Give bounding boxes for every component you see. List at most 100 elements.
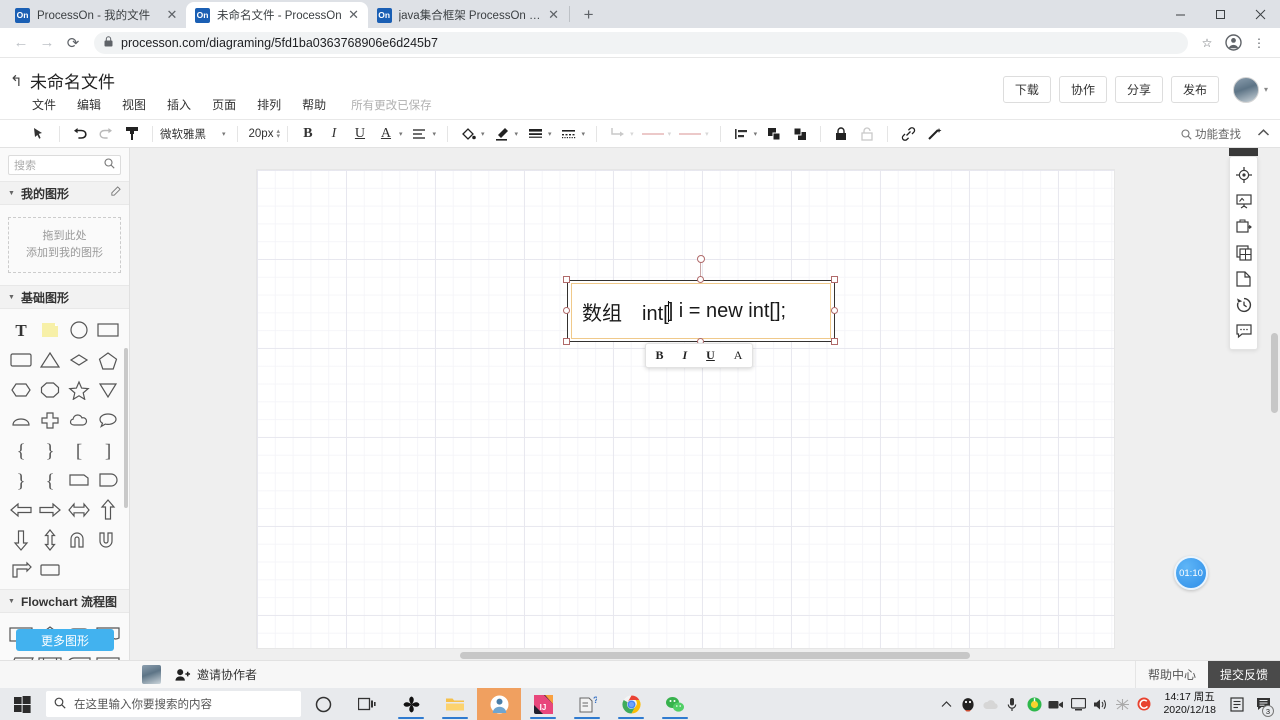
canvas-paper[interactable]: 数组 int[] i = new int[]; B I U A: [257, 170, 1114, 648]
chevron-up-icon[interactable]: [935, 688, 957, 720]
cortana-circle-icon[interactable]: [301, 688, 345, 720]
line-weight-icon[interactable]: [525, 123, 545, 145]
taskbar-app-intellij-idea-icon[interactable]: IJ: [521, 688, 565, 720]
shape-text-T-icon[interactable]: T: [6, 315, 35, 345]
shape-rect2-icon[interactable]: [35, 555, 64, 585]
back-to-files-icon[interactable]: ↰: [10, 72, 23, 90]
feature-search[interactable]: 功能查找: [1181, 126, 1241, 142]
font-size-stepper[interactable]: ▴ ▾: [276, 128, 280, 140]
windows-start-icon[interactable]: [0, 688, 44, 720]
shape-u-shape-icon[interactable]: [93, 525, 122, 555]
history-icon[interactable]: [1231, 292, 1256, 318]
sidebar-section-flowchart[interactable]: ▼ Flowchart 流程图: [0, 589, 129, 613]
shape-cloud-icon[interactable]: [64, 405, 93, 435]
qq-icon[interactable]: [957, 688, 979, 720]
bookmark-star-icon[interactable]: ☆: [1194, 30, 1220, 56]
sogou-icon[interactable]: [1133, 688, 1155, 720]
shape-card-icon[interactable]: [64, 465, 93, 495]
chevron-down-icon[interactable]: ▾: [399, 130, 403, 138]
bring-to-front-icon[interactable]: [764, 123, 784, 145]
shape-arrow-down-icon[interactable]: [6, 525, 35, 555]
sidebar-scrollbar[interactable]: [124, 348, 128, 508]
shape-corner-arrow-icon[interactable]: [6, 555, 35, 585]
fill-bucket-icon[interactable]: [458, 123, 478, 145]
browser-tab-2[interactable]: On 未命名文件 - ProcessOn ✕: [186, 2, 368, 28]
menu-file[interactable]: 文件: [32, 96, 56, 113]
session-timer-badge[interactable]: 01:10: [1174, 556, 1208, 590]
chevron-down-icon[interactable]: ▾: [705, 130, 709, 138]
shape-arrow-right-icon[interactable]: [35, 495, 64, 525]
profile-icon[interactable]: [1220, 30, 1246, 56]
browser-menu-icon[interactable]: ⋮: [1246, 30, 1272, 56]
unlock-icon[interactable]: [857, 123, 877, 145]
menu-page[interactable]: 页面: [212, 96, 236, 113]
ime-icon[interactable]: [1111, 688, 1133, 720]
menu-insert[interactable]: 插入: [167, 96, 191, 113]
chevron-down-icon[interactable]: ▾: [515, 130, 519, 138]
shape-text-editor[interactable]: 数组 int[] i = new int[];: [571, 283, 831, 339]
reload-icon[interactable]: ⟳: [60, 30, 86, 56]
navigator-icon[interactable]: [1231, 162, 1256, 188]
submit-feedback-button[interactable]: 提交反馈: [1207, 660, 1280, 689]
collaborate-button[interactable]: 协作: [1058, 76, 1107, 103]
link-icon[interactable]: [898, 123, 918, 145]
taskbar-app-processon-icon[interactable]: [477, 688, 521, 720]
shape-circle-icon[interactable]: [64, 315, 93, 345]
back-icon[interactable]: ←: [8, 30, 34, 56]
search-icon[interactable]: [104, 158, 115, 172]
shape-cross-icon[interactable]: [35, 405, 64, 435]
resize-handle-ne[interactable]: [831, 276, 838, 283]
resize-handle-e[interactable]: [831, 307, 838, 314]
taskbar-clock[interactable]: 14:17 周五 2020/12/18: [1155, 688, 1224, 720]
menu-edit[interactable]: 编辑: [77, 96, 101, 113]
camera-icon[interactable]: [1045, 688, 1067, 720]
collaborator-avatar[interactable]: [142, 665, 161, 684]
maximize-button[interactable]: [1200, 0, 1240, 28]
mini-underline-button[interactable]: U: [706, 348, 715, 363]
resize-handle-sw[interactable]: [563, 338, 570, 345]
chevron-down-icon[interactable]: ▾: [582, 130, 586, 138]
edit-icon[interactable]: [110, 186, 121, 200]
canvas-hscrollbar[interactable]: [130, 651, 1280, 660]
notification-icon[interactable]: 3: [1250, 688, 1276, 720]
menu-arrange[interactable]: 排列: [257, 96, 281, 113]
sidebar-section-my-shapes[interactable]: ▼ 我的图形: [0, 181, 129, 205]
selected-shape[interactable]: 数组 int[] i = new int[];: [563, 255, 838, 345]
shape-speech-bubble-icon[interactable]: [93, 405, 122, 435]
shape-bracket-right-icon[interactable]: ]: [93, 435, 122, 465]
collapse-toolbar-icon[interactable]: [1257, 127, 1270, 141]
taskbar-search-input[interactable]: 在这里输入你要搜索的内容: [46, 691, 301, 717]
close-window-button[interactable]: [1240, 0, 1280, 28]
presentation-icon[interactable]: [1231, 188, 1256, 214]
360-icon[interactable]: [1023, 688, 1045, 720]
share-button[interactable]: 分享: [1114, 76, 1163, 103]
shape-sticky-note-icon[interactable]: [35, 315, 64, 345]
browser-tab-1[interactable]: On ProcessOn - 我的文件 ✕: [6, 2, 186, 28]
shape-trapezoid-icon[interactable]: [6, 405, 35, 435]
more-shapes-button[interactable]: 更多图形: [16, 629, 114, 651]
shape-brace-left-icon[interactable]: {: [6, 435, 35, 465]
chevron-down-icon[interactable]: ▾: [481, 130, 485, 138]
text-align-button[interactable]: [409, 123, 429, 145]
shape-search-input[interactable]: 搜索: [8, 155, 121, 175]
italic-button[interactable]: I: [324, 123, 344, 145]
taskbar-app-chrome-icon[interactable]: [609, 688, 653, 720]
export-image-icon[interactable]: [1231, 214, 1256, 240]
display-icon[interactable]: [1067, 688, 1089, 720]
chevron-down-icon[interactable]: ▾: [754, 130, 758, 138]
inline-format-popup[interactable]: B I U A: [645, 343, 753, 368]
chevron-down-icon[interactable]: ▾: [668, 130, 672, 138]
forward-icon[interactable]: →: [34, 30, 60, 56]
lock-icon[interactable]: [831, 123, 851, 145]
chevron-down-icon[interactable]: ▾: [630, 130, 634, 138]
chevron-down-icon[interactable]: ▾: [548, 130, 552, 138]
mini-bold-button[interactable]: B: [655, 348, 663, 363]
line-style-icon[interactable]: [559, 123, 579, 145]
chevron-down-icon[interactable]: ▾: [1264, 85, 1268, 94]
diagram-canvas[interactable]: 数组 int[] i = new int[]; B I U A 01:10: [130, 148, 1280, 660]
taskbar-app-file-explorer-icon[interactable]: [433, 688, 477, 720]
tab-close-icon[interactable]: ✕: [546, 7, 562, 23]
connector-style-icon[interactable]: [607, 123, 627, 145]
taskbar-app-snipaste-icon[interactable]: [389, 688, 433, 720]
task-view-icon[interactable]: [345, 688, 389, 720]
